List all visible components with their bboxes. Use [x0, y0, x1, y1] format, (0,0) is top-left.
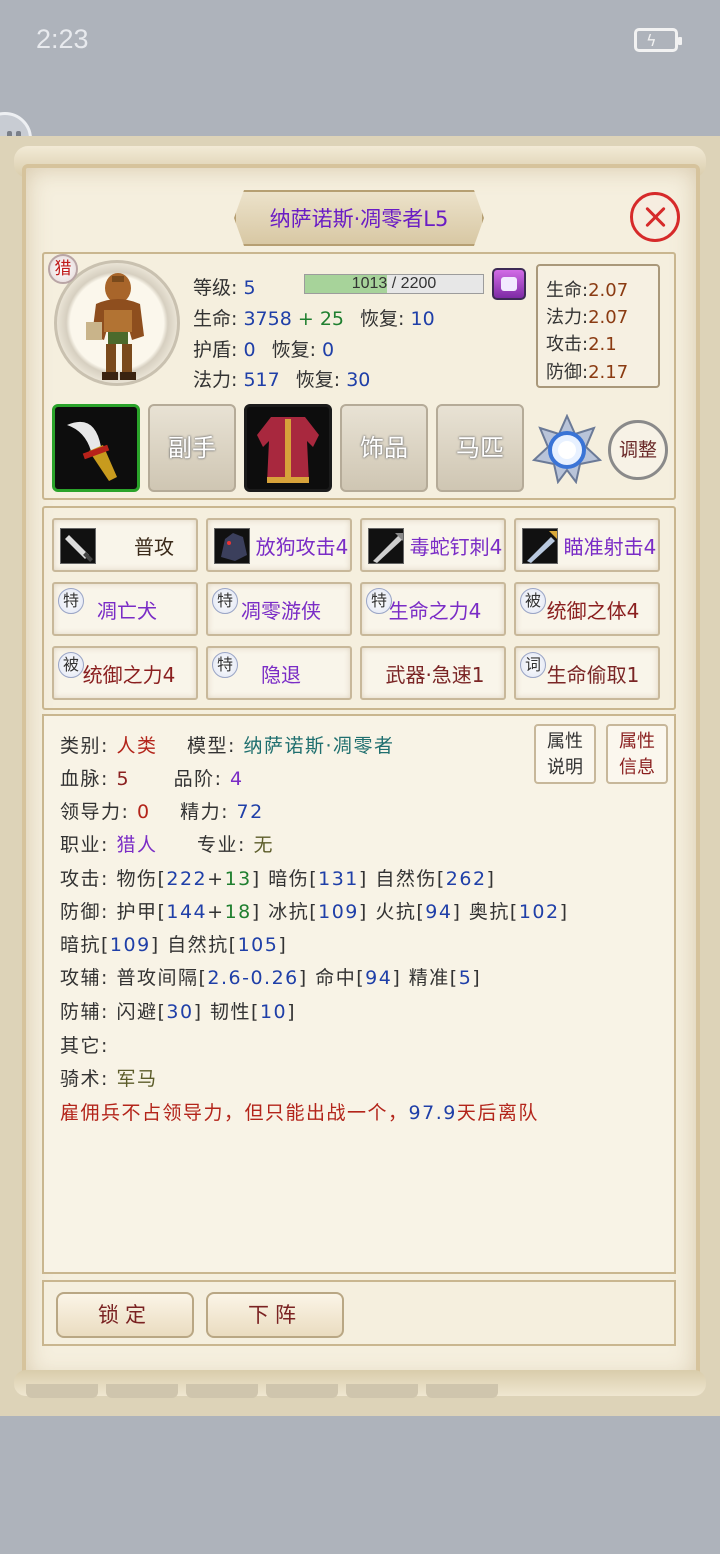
skill-cell[interactable]: 瞄准射击4: [514, 518, 660, 572]
rank-emblem-icon[interactable]: [532, 414, 602, 484]
skill-label: 统御之力4: [82, 663, 176, 687]
tab-stub: [186, 1384, 258, 1398]
defense-aux-line: 防辅: 闪避[30] 韧性[10]: [60, 1001, 297, 1023]
skill-label: 武器·急速1: [385, 663, 485, 687]
skill-label: 生命之力4: [388, 599, 482, 623]
growth-row: 防御:2.17: [546, 362, 629, 383]
level-line: 等级: 5: [193, 273, 256, 300]
skill-label: 毒蛇钉刺4: [409, 535, 503, 559]
skill-label: 隐退: [261, 663, 301, 687]
skill-cell[interactable]: 被 统御之力4: [52, 646, 198, 700]
sword-icon: [67, 421, 117, 481]
skill-cell[interactable]: 被 统御之体4: [514, 582, 660, 636]
dagger-icon: [60, 528, 96, 564]
defense-line: 防御: 护甲[144+18] 冰抗[109] 火抗[94] 奥抗[102]: [60, 901, 569, 923]
tab-stub: [346, 1384, 418, 1398]
growth-row: 法力:2.07: [546, 307, 629, 328]
attr-info-line1: 属性: [619, 731, 655, 752]
lock-button[interactable]: 锁定: [56, 1292, 194, 1338]
xp-text: 1013 / 2200: [351, 275, 437, 292]
hero-name-title: 纳萨诺斯·凋零者L5: [269, 207, 449, 231]
shield-value: 0: [243, 339, 256, 361]
level-value: 5: [243, 277, 256, 299]
hp-label: 生命:: [193, 308, 238, 330]
mana-label: 法力:: [193, 369, 238, 391]
battery-icon: ϟ: [634, 28, 682, 52]
mana-value: 517: [243, 369, 280, 391]
aimed-shot-icon: [522, 528, 558, 564]
hero-portrait[interactable]: [82, 266, 154, 384]
skill-label: 生命偷取1: [546, 663, 640, 687]
growth-row: 生命:2.07: [546, 280, 629, 301]
hp-value: 3758: [243, 308, 292, 330]
attr-explain-line2: 说明: [547, 757, 583, 778]
close-button[interactable]: [630, 192, 680, 242]
skill-label: 凋亡犬: [97, 599, 157, 623]
attack-line: 攻击: 物伤[222+13] 暗伤[131] 自然伤[262]: [60, 868, 496, 890]
skill-cell[interactable]: 毒蛇钉刺4: [360, 518, 506, 572]
tab-stub: [266, 1384, 338, 1398]
serpent-sting-icon: [368, 528, 404, 564]
adjust-button[interactable]: 调整: [608, 420, 668, 480]
mana-regen-value: 30: [346, 369, 371, 391]
skill-cell[interactable]: 特 凋亡犬: [52, 582, 198, 636]
class-badge-hunter: 猎: [48, 254, 78, 284]
growth-row: 攻击:2.1: [546, 334, 617, 355]
skill-label: 普攻: [134, 535, 174, 559]
leadership-line: 领导力: 0 精力: 72: [60, 801, 264, 823]
tab-stub: [426, 1384, 498, 1398]
status-time: 2:23: [36, 24, 89, 54]
offhand-slot[interactable]: 副手: [148, 404, 236, 492]
skill-cell[interactable]: 特 生命之力4: [360, 582, 506, 636]
category-line: 类别: 人类 模型: 纳萨诺斯·凋零者: [60, 735, 395, 757]
xp-progress-bar: 1013 / 2200: [304, 274, 484, 294]
armor-slot[interactable]: [244, 404, 332, 492]
skill-cell[interactable]: 特 凋零游侠: [206, 582, 352, 636]
shield-line: 护盾: 0 恢复: 0: [193, 335, 334, 362]
dismiss-button[interactable]: 下阵: [206, 1292, 344, 1338]
attr-info-button[interactable]: 属性 信息: [606, 724, 668, 784]
bloodline-line: 血脉: 5 品阶: 4: [60, 768, 244, 790]
mana-regen-label: 恢复:: [295, 369, 341, 391]
tab-stub: [26, 1384, 98, 1398]
skill-label: 瞄准射击4: [563, 535, 657, 559]
job-line: 职业: 猎人 专业: 无: [60, 834, 274, 856]
weapon-slot[interactable]: [52, 404, 140, 492]
riding-line: 骑术: 军马: [60, 1068, 158, 1090]
skill-cell[interactable]: 放狗攻击4: [206, 518, 352, 572]
accessory-slot[interactable]: 饰品: [340, 404, 428, 492]
attr-explain-button[interactable]: 属性 说明: [534, 724, 596, 784]
shield-regen-value: 0: [322, 339, 335, 361]
attr-info-line2: 信息: [619, 757, 655, 778]
scroll-item-icon[interactable]: [492, 268, 526, 300]
skill-label: 放狗攻击4: [255, 535, 349, 559]
skill-cell[interactable]: 词 生命偷取1: [514, 646, 660, 700]
hp-regen-label: 恢复:: [360, 308, 405, 330]
mercenary-note: 雇佣兵不占领导力，但只能出战一个，97.9天后离队: [60, 1102, 539, 1124]
attr-explain-line1: 属性: [547, 731, 583, 752]
resist-line: 暗抗[109] 自然抗[105]: [60, 934, 288, 956]
skill-cell[interactable]: 武器·急速1: [360, 646, 506, 700]
hp-regen-value: 10: [410, 308, 435, 330]
level-label: 等级:: [193, 277, 238, 299]
mana-line: 法力: 517 恢复: 30: [193, 365, 370, 392]
shield-label: 护盾:: [193, 339, 238, 361]
tab-stub: [106, 1384, 178, 1398]
robe-icon: [257, 417, 319, 483]
skill-cell[interactable]: 特 隐退: [206, 646, 352, 700]
skill-label: 统御之体4: [546, 599, 640, 623]
other-line: 其它:: [60, 1035, 109, 1057]
attack-aux-line: 攻辅: 普攻间隔[2.6-0.26] 命中[94] 精准[5]: [60, 967, 482, 989]
horse-slot[interactable]: 马匹: [436, 404, 524, 492]
hp-bonus: + 25: [297, 308, 344, 330]
skill-label: 凋零游侠: [241, 599, 321, 623]
status-bar: 2:23 ϟ: [0, 0, 720, 80]
hp-line: 生命: 3758 + 25 恢复: 10: [193, 304, 435, 331]
shield-regen-label: 恢复:: [271, 339, 316, 361]
skill-cell[interactable]: 普攻: [52, 518, 198, 572]
dog-attack-icon: [214, 528, 250, 564]
